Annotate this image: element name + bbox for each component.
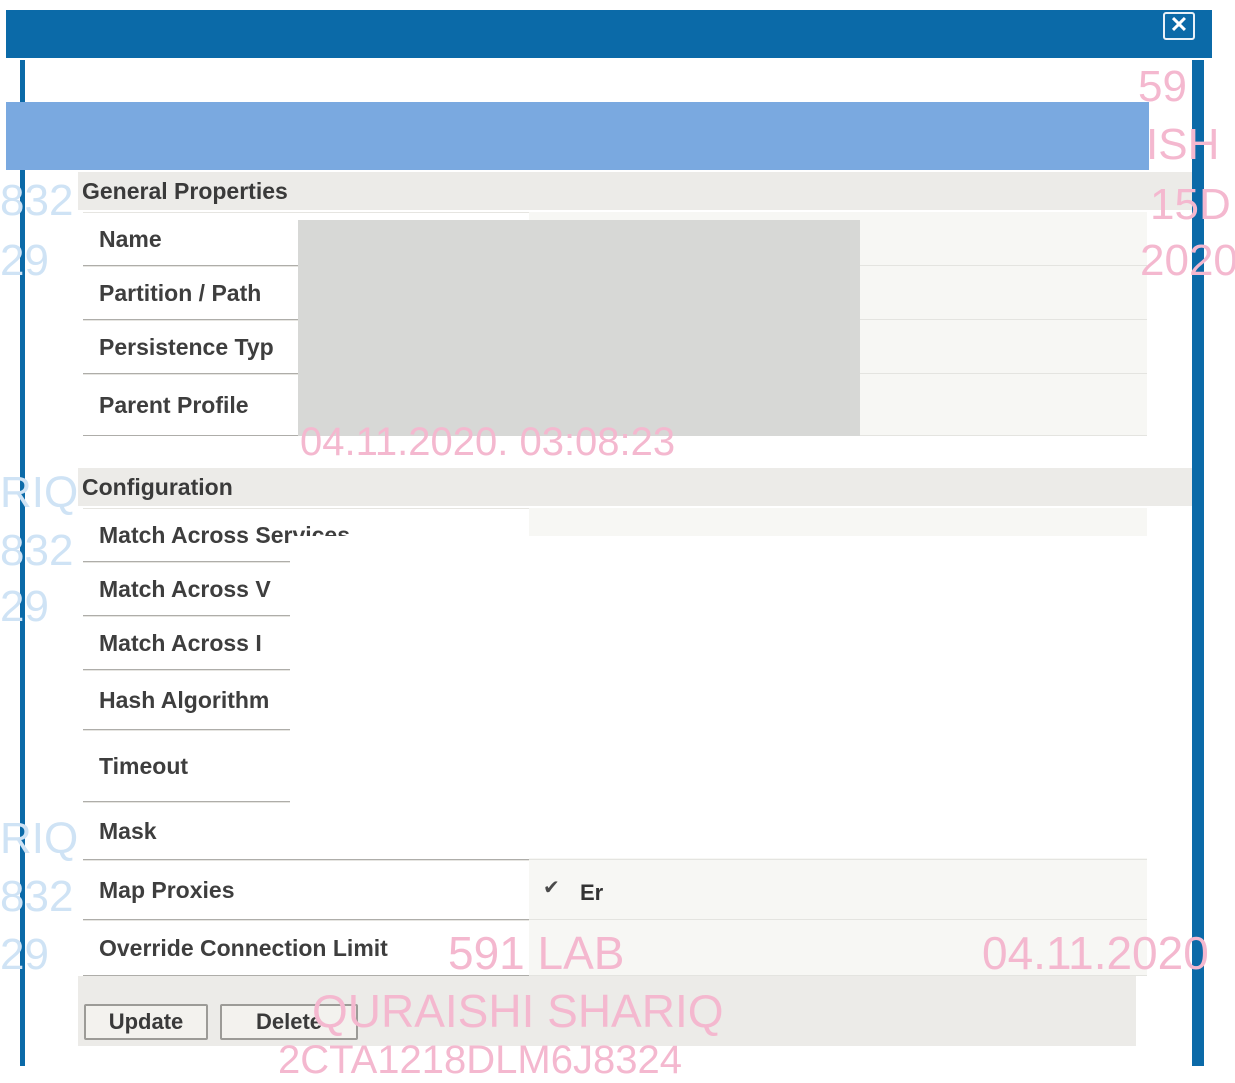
watermark-text: 832 xyxy=(0,872,74,921)
watermark-text: RIQ xyxy=(0,814,79,863)
watermark-text: QURAISHI SHARIQ xyxy=(312,985,724,1037)
watermark-text: 59 xyxy=(1138,62,1187,111)
watermark-text: 29 xyxy=(0,930,49,979)
configuration-header: Configuration xyxy=(78,468,1192,506)
watermark-text: 04.11.2020 xyxy=(982,927,1209,979)
redacted-region xyxy=(298,220,860,436)
watermark-text: ISH xyxy=(1146,120,1220,169)
watermark-text: 29 xyxy=(0,582,49,631)
close-icon: ✕ xyxy=(1169,12,1189,37)
map-proxies-checkbox[interactable]: ✔ xyxy=(543,878,563,898)
map-proxies-label: Map Proxies xyxy=(83,860,529,920)
update-button[interactable]: Update xyxy=(84,1004,208,1040)
close-button[interactable]: ✕ xyxy=(1163,12,1195,40)
watermark-text: 2CTA1218DLM6J8324 xyxy=(278,1038,682,1082)
map-proxies-value xyxy=(529,860,1147,920)
dialog-header-band xyxy=(6,102,1149,170)
watermark-text: 29 xyxy=(0,236,49,285)
watermark-text: 15D xyxy=(1150,180,1231,229)
map-proxies-enabled-text: Er xyxy=(580,880,604,905)
watermark-text: 832 xyxy=(0,526,74,575)
general-properties-header: General Properties xyxy=(78,172,1192,210)
check-icon: ✔ xyxy=(543,877,560,899)
watermark-text: 2020 xyxy=(1140,236,1235,285)
dialog-titlebar xyxy=(6,10,1212,58)
watermark-text: 832 xyxy=(0,176,74,225)
watermark-text: 591 LAB xyxy=(448,927,625,979)
watermark-text: 04.11.2020. 03:08:23 xyxy=(300,420,676,464)
watermark-text: RIQ xyxy=(0,468,79,517)
redacted-region xyxy=(290,536,1192,858)
